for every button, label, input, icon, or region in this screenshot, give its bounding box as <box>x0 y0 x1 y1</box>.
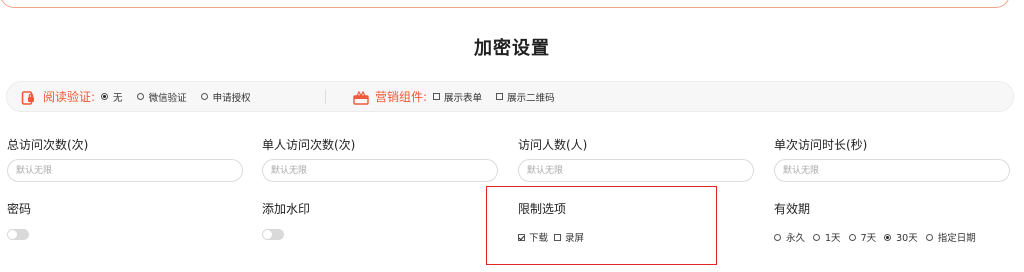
read-verify-option-none[interactable]: 无 <box>101 90 123 104</box>
top-panel-frame <box>0 0 1010 8</box>
password-toggle[interactable] <box>7 229 29 240</box>
marketing-label: 营销组件: <box>375 90 428 104</box>
total-visits-label: 总访问次数(次) <box>7 138 89 152</box>
read-verify-option-wechat[interactable]: 微信验证 <box>136 90 187 104</box>
read-verify-group: 阅读验证: 无 微信验证 申请授权 <box>21 82 265 111</box>
radio-icon <box>848 233 856 241</box>
marketing-option-qrcode[interactable]: 展示二维码 <box>496 90 555 104</box>
radio-selected-icon <box>884 233 892 241</box>
radio-icon <box>101 93 109 100</box>
read-verify-label: 阅读验证: <box>43 90 96 104</box>
visitor-count-label: 访问人数(人) <box>518 138 588 152</box>
validity-options: 永久 1天 7天 30天 指定日期 <box>774 230 976 244</box>
validity-option-forever[interactable]: 永久 <box>774 230 805 244</box>
single-duration-label: 单次访问时长(秒) <box>774 138 868 152</box>
restrictions-highlight-box <box>486 186 717 265</box>
validity-option-date[interactable]: 指定日期 <box>925 230 976 244</box>
radio-icon <box>774 233 781 241</box>
single-duration-input[interactable] <box>774 159 1010 182</box>
validity-label: 有效期 <box>774 202 811 216</box>
radio-icon <box>925 233 933 241</box>
radio-icon <box>200 93 208 100</box>
password-label: 密码 <box>7 202 32 216</box>
page-title: 加密设置 <box>474 38 550 59</box>
visitor-count-input[interactable] <box>518 159 754 182</box>
gift-box-icon <box>353 90 369 105</box>
marketing-group: 营销组件: 展示表单 展示二维码 <box>353 82 569 111</box>
single-visits-label: 单人访问次数(次) <box>262 138 356 152</box>
validity-option-30day[interactable]: 30天 <box>884 230 918 244</box>
validity-option-1day[interactable]: 1天 <box>813 230 841 244</box>
validity-option-7day[interactable]: 7天 <box>848 230 876 244</box>
total-visits-input[interactable] <box>7 159 243 182</box>
settings-bar: 阅读验证: 无 微信验证 申请授权 营销组件: 展示表单 展示二维码 <box>6 81 1014 112</box>
checkbox-icon <box>496 93 504 100</box>
radio-icon <box>136 93 144 100</box>
radio-icon <box>813 233 821 241</box>
watermark-label: 添加水印 <box>262 202 311 216</box>
checkbox-icon <box>433 93 441 100</box>
watermark-toggle[interactable] <box>262 229 284 240</box>
phone-lock-icon <box>21 90 35 105</box>
read-verify-option-apply[interactable]: 申请授权 <box>200 90 251 104</box>
bar-divider <box>325 90 326 104</box>
single-visits-input[interactable] <box>262 159 498 182</box>
marketing-option-form[interactable]: 展示表单 <box>433 90 482 104</box>
